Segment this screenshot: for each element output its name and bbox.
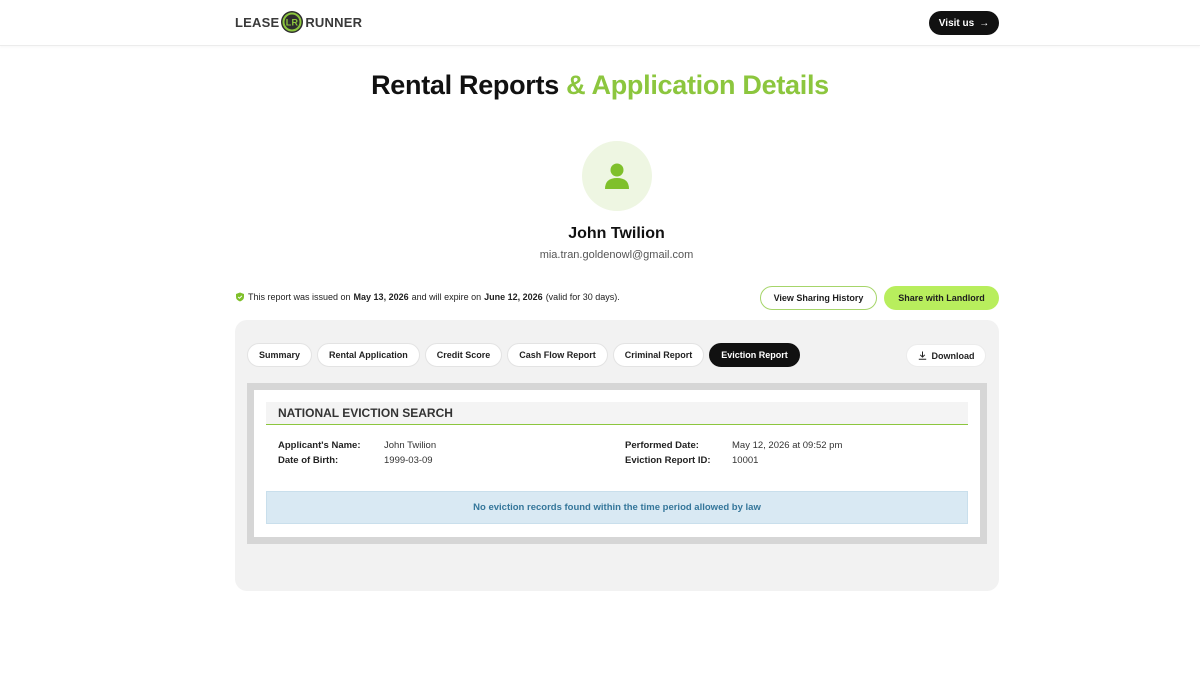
page-title-accent: & Application Details (566, 70, 829, 100)
download-icon (918, 351, 926, 360)
lease-runner-logo-mark-icon: LR (281, 11, 304, 33)
applicant-name-value: John Twilion (384, 440, 437, 451)
tab-summary[interactable]: Summary (247, 343, 313, 367)
visit-us-label: Visit us (938, 17, 975, 29)
tab-criminal-report[interactable]: Criminal Report (612, 343, 705, 367)
download-button[interactable]: Download (906, 344, 986, 367)
svg-text:LR: LR (286, 18, 299, 28)
tab-rental-application[interactable]: Rental Application (317, 343, 420, 367)
date-of-birth-value: 1999-03-09 (384, 455, 433, 466)
notice-prefix: This report was issued on (248, 292, 351, 302)
user-icon (605, 163, 629, 189)
report-panel: Summary Rental Application Credit Score … (235, 320, 999, 591)
eviction-report-id-value: 10001 (732, 455, 759, 466)
notice-middle: and will expire on (411, 292, 482, 302)
notice-suffix: (valid for 30 days). (545, 292, 620, 302)
applicant-name-label: Applicant's Name: (278, 440, 361, 451)
share-with-landlord-button[interactable]: Share with Landlord (884, 286, 999, 310)
tab-eviction-report[interactable]: Eviction Report (709, 343, 800, 367)
report-tabs: Summary Rental Application Credit Score … (247, 343, 800, 367)
top-navbar: LEASE LR RUNNER Visit us → (0, 0, 1200, 46)
visit-us-button[interactable]: Visit us → (929, 11, 999, 35)
no-records-alert: No eviction records found within the tim… (266, 491, 968, 524)
shield-check-icon (236, 292, 244, 302)
page-title: Rental Reports & Application Details (0, 70, 1200, 101)
avatar (582, 141, 652, 211)
performed-date-value: May 12, 2026 at 09:52 pm (732, 440, 843, 451)
applicant-email: mia.tran.goldenowl@gmail.com (539, 249, 694, 261)
download-label: Download (931, 350, 975, 361)
page-title-primary: Rental Reports (371, 70, 559, 100)
notice-issued-date: May 13, 2026 (353, 292, 409, 302)
report-validity-notice: This report was issued on May 13, 2026 a… (235, 292, 620, 302)
performed-date-label: Performed Date: (625, 440, 699, 451)
date-of-birth-label: Date of Birth: (278, 455, 339, 466)
eviction-report-id-label: Eviction Report ID: (625, 455, 711, 466)
report-heading: NATIONAL EVICTION SEARCH (266, 402, 968, 425)
notice-expire-date: June 12, 2026 (484, 292, 543, 302)
tab-cash-flow-report[interactable]: Cash Flow Report (507, 343, 608, 367)
logo-text-lease: LEASE (235, 14, 280, 30)
view-sharing-history-button[interactable]: View Sharing History (760, 286, 877, 310)
logo-text-runner: RUNNER (305, 14, 363, 30)
applicant-name: John Twilion (568, 225, 665, 242)
eviction-report-document: NATIONAL EVICTION SEARCH Applicant's Nam… (254, 390, 980, 537)
arrow-right-icon: → (979, 17, 990, 29)
lease-runner-logo[interactable]: LEASE LR RUNNER (235, 10, 362, 34)
eviction-report-frame: NATIONAL EVICTION SEARCH Applicant's Nam… (247, 383, 987, 544)
tab-credit-score[interactable]: Credit Score (424, 343, 503, 367)
